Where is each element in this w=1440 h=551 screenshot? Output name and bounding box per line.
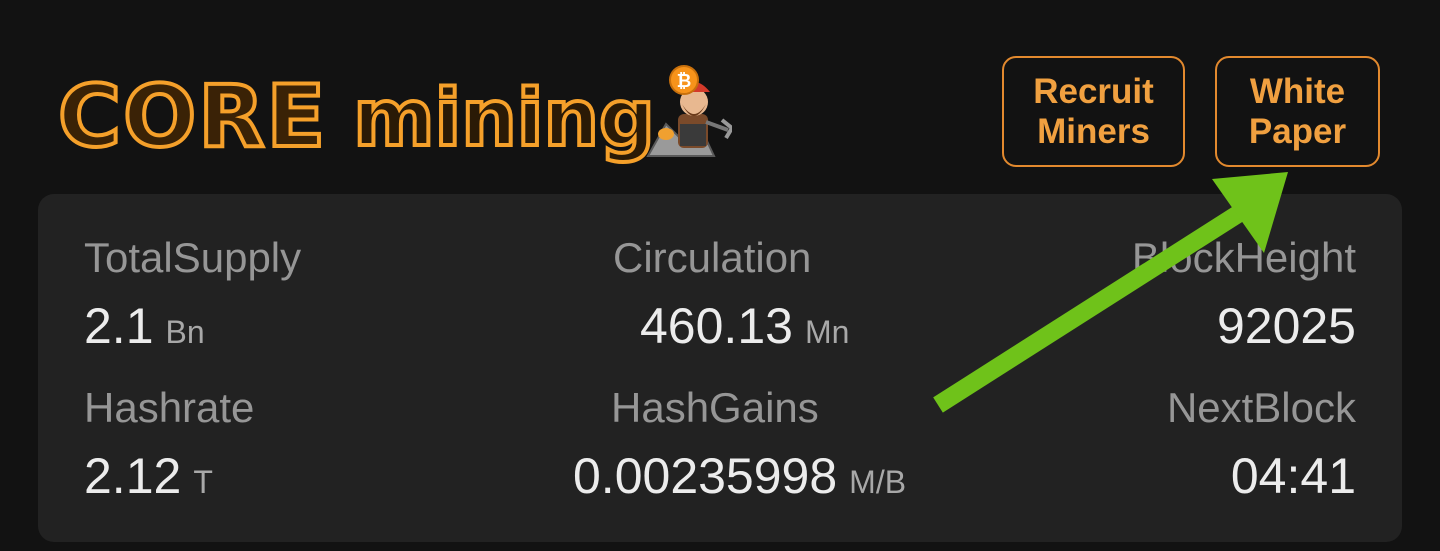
logo-mining-text: mining: [351, 74, 657, 164]
total-supply-label: TotalSupply: [84, 234, 302, 281]
circulation-label: Circulation: [613, 234, 812, 281]
core-mining-logo: CORE mining: [56, 64, 657, 167]
recruit-miners-label-line1: Recruit: [1033, 71, 1154, 111]
circulation-value: 460.13 Mn: [640, 298, 849, 367]
hash-gains-label: HashGains: [611, 384, 819, 431]
hashrate-number: 2.12: [84, 448, 182, 504]
logo-core-text: CORE: [56, 67, 328, 167]
circulation-number: 460.13: [640, 298, 793, 354]
block-height-number: 92025: [1216, 298, 1356, 354]
hash-gains-number: 0.00235998: [573, 448, 838, 504]
hashrate-label: Hashrate: [84, 384, 255, 431]
hashrate-unit: T: [193, 464, 213, 500]
recruit-miners-button[interactable]: Recruit Miners: [1002, 56, 1185, 167]
hash-gains-value: 0.00235998 M/B: [573, 448, 906, 517]
white-paper-label-line2: Paper: [1248, 111, 1347, 151]
hashrate-value: 2.12 T: [84, 448, 213, 517]
total-supply-unit: Bn: [165, 314, 205, 350]
circulation-unit: Mn: [804, 314, 850, 350]
hash-gains-unit: M/B: [849, 464, 907, 500]
total-supply-value: 2.1 Bn: [84, 298, 205, 367]
total-supply-number: 2.1: [84, 298, 154, 354]
next-block-number: 04:41: [1230, 448, 1356, 504]
recruit-miners-label-line2: Miners: [1037, 111, 1150, 151]
svg-text:₿: ₿: [677, 71, 692, 92]
block-height-label: BlockHeight: [1131, 234, 1356, 281]
white-paper-label-line1: White: [1249, 71, 1346, 111]
next-block-value: 04:41: [1231, 448, 1356, 517]
miner-mascot-icon: ₿: [646, 65, 732, 157]
block-height-value: 92025: [1217, 298, 1356, 367]
white-paper-button[interactable]: White Paper: [1215, 56, 1380, 167]
bitcoin-coin-icon: ₿: [669, 65, 699, 95]
stats-panel: TotalSupply 2.1 Bn Circulation 460.13 Mn B…: [38, 194, 1402, 542]
next-block-label: NextBlock: [1166, 384, 1356, 431]
